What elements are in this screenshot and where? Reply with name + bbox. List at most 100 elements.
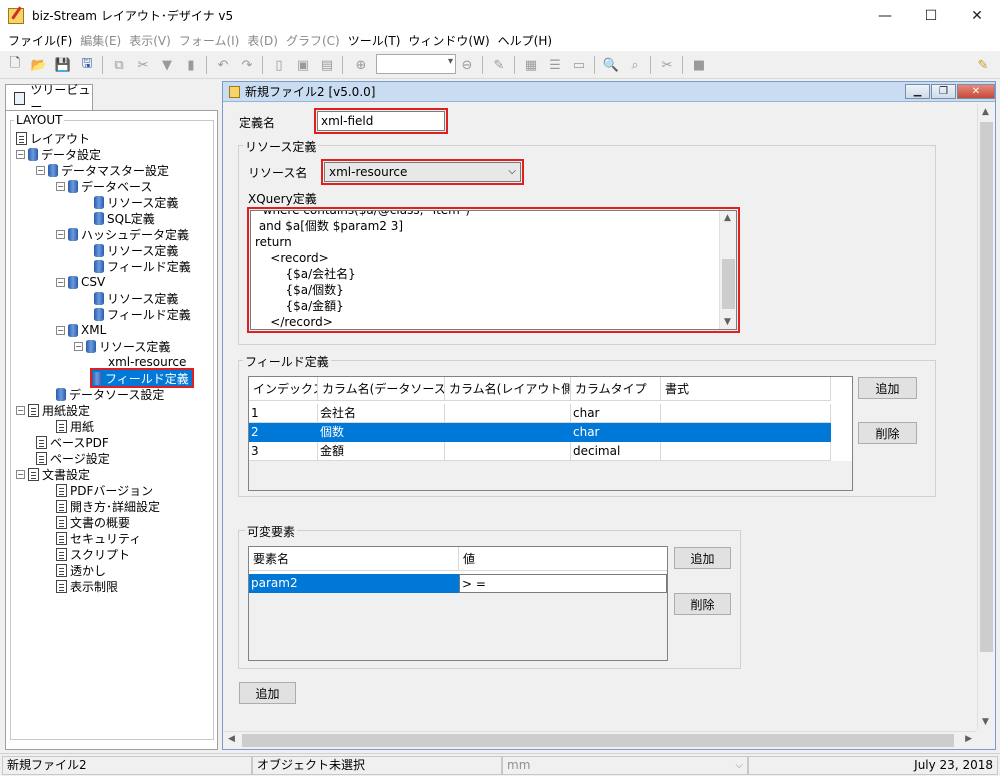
horizontal-scroll-thumb[interactable] — [242, 734, 954, 747]
tree-node-paper[interactable]: 用紙 — [56, 418, 94, 434]
xquery-scroll-thumb[interactable] — [722, 259, 735, 309]
copy-icon[interactable]: ⧉ — [110, 56, 128, 74]
tree-node-watermark[interactable]: 透かし — [56, 562, 106, 578]
table-cell[interactable] — [445, 404, 571, 423]
tree-node-db-sql[interactable]: SQL定義 — [94, 210, 155, 226]
vertical-scroll-thumb[interactable] — [980, 122, 993, 652]
table-cell[interactable] — [445, 423, 571, 442]
horizontal-scrollbar[interactable]: ◀ ▶ — [224, 731, 976, 748]
tree-node-doc-summary[interactable]: 文書の概要 — [56, 514, 130, 530]
table-cell[interactable]: decimal — [571, 442, 661, 461]
design-icon[interactable]: ✎ — [974, 56, 992, 74]
variable-add-button[interactable]: 追加 — [674, 547, 731, 569]
undo-icon[interactable]: ↶ — [214, 56, 232, 74]
tree-node-csv-field[interactable]: フィールド定義 — [94, 306, 191, 322]
open-folder-icon[interactable]: 📂 — [30, 56, 48, 74]
table-cell[interactable] — [445, 442, 571, 461]
table-cell[interactable]: 2 — [249, 423, 318, 442]
scroll-up-icon[interactable]: ▲ — [982, 107, 989, 117]
collapse-icon[interactable]: − — [16, 405, 25, 415]
minimize-button[interactable]: — — [862, 0, 908, 31]
column-header[interactable]: カラム名(データソース... — [318, 377, 445, 401]
tree-node-csv-resource[interactable]: リソース定義 — [94, 290, 178, 306]
tree-node-pdf-version[interactable]: PDFバージョン — [56, 482, 153, 498]
tree-node-security[interactable]: セキュリティ — [56, 530, 141, 546]
zoom-combo[interactable]: ▾ — [376, 54, 456, 74]
tree-node-layout[interactable]: レイアウト — [16, 130, 90, 146]
zoom-out-icon[interactable]: ⊖ — [458, 56, 476, 74]
column-header[interactable]: 値 — [459, 547, 667, 571]
scroll-up-icon[interactable]: ▲ — [724, 213, 731, 223]
collapse-icon[interactable]: − — [16, 469, 25, 479]
check-icon[interactable]: ⌕ — [626, 56, 644, 74]
column-header[interactable]: カラム名(レイアウト側) — [445, 377, 571, 401]
tree-node-hash-resource[interactable]: リソース定義 — [94, 242, 178, 258]
menu-table[interactable]: 表(D) — [243, 31, 282, 51]
tree-node-open-details[interactable]: 開き方･詳細設定 — [56, 498, 160, 514]
form-icon[interactable]: ▭ — [570, 56, 588, 74]
vertical-scrollbar[interactable]: ▲ ▼ — [977, 104, 994, 730]
paste-icon[interactable]: ▼ — [158, 56, 176, 74]
redo-icon[interactable]: ↷ — [238, 56, 256, 74]
page-preview-icon[interactable]: ▤ — [318, 56, 336, 74]
save-all-icon[interactable]: 🖫 — [78, 56, 96, 74]
column-header[interactable]: インデックス — [249, 377, 318, 401]
column-header[interactable]: 要素名 — [249, 547, 459, 571]
close-button[interactable]: ✕ — [954, 0, 1000, 31]
tree-node-hash-field[interactable]: フィールド定義 — [94, 258, 191, 274]
collapse-icon[interactable]: − — [36, 165, 45, 175]
table-cell[interactable]: char — [571, 404, 661, 423]
menu-window[interactable]: ウィンドウ(W) — [404, 31, 493, 51]
resource-name-select[interactable]: xml-resource ⌵ — [321, 159, 524, 185]
variable-value-input[interactable]: > = — [459, 574, 667, 593]
tree-node-database[interactable]: − データベース — [56, 178, 152, 194]
column-header[interactable]: カラムタイプ — [571, 377, 661, 401]
maximize-button[interactable]: ☐ — [908, 0, 954, 31]
xquery-editor[interactable]: where contains($a/@class, "item") and $a… — [247, 207, 740, 333]
doc-minimize-button[interactable]: ▁ — [905, 84, 930, 99]
tree-node-db-resource[interactable]: リソース定義 — [94, 194, 178, 210]
table-cell[interactable]: 3 — [249, 442, 318, 461]
tree-node-display-limit[interactable]: 表示制限 — [56, 578, 118, 594]
column-header[interactable]: 書式 — [661, 377, 831, 401]
delete-icon[interactable]: ▮ — [182, 56, 200, 74]
doc-close-button[interactable]: ✕ — [957, 84, 995, 99]
tree-node-data-settings[interactable]: − データ設定 — [16, 146, 101, 162]
scroll-right-icon[interactable]: ▶ — [965, 734, 972, 744]
table-cell[interactable] — [661, 423, 831, 442]
menu-tools[interactable]: ツール(T) — [344, 31, 405, 51]
menu-help[interactable]: ヘルプ(H) — [494, 31, 556, 51]
cut-icon[interactable]: ✂ — [134, 56, 152, 74]
menu-view[interactable]: 表示(V) — [125, 31, 175, 51]
zoom-in-icon[interactable]: ⊕ — [352, 56, 370, 74]
doc-restore-button[interactable]: ❐ — [931, 84, 956, 99]
table-cell[interactable]: char — [571, 423, 661, 442]
tree-node-xml[interactable]: − XML — [56, 322, 106, 338]
tree-node-base-pdf[interactable]: ベースPDF — [36, 434, 109, 450]
scroll-down-icon[interactable]: ▼ — [724, 317, 731, 327]
tree-node-paper-settings[interactable]: − 用紙設定 — [16, 402, 90, 418]
menu-file[interactable]: ファイル(F) — [4, 31, 76, 51]
grid-icon[interactable]: ▦ — [522, 56, 540, 74]
page-icon[interactable]: ▯ — [270, 56, 288, 74]
bottom-add-button[interactable]: 追加 — [239, 682, 296, 704]
collapse-icon[interactable]: − — [56, 229, 65, 239]
collapse-icon[interactable]: − — [74, 341, 83, 351]
text-icon[interactable]: ☰ — [546, 56, 564, 74]
tree-node-datasource[interactable]: データソース設定 — [56, 386, 164, 402]
table-cell[interactable]: 会社名 — [318, 404, 445, 423]
tools-icon[interactable]: ✂ — [658, 56, 676, 74]
menu-edit[interactable]: 編集(E) — [76, 31, 125, 51]
preview-icon[interactable]: 🔍 — [602, 56, 620, 74]
table-cell[interactable] — [661, 404, 831, 423]
tree-node-doc-settings[interactable]: − 文書設定 — [16, 466, 90, 482]
new-file-icon[interactable]: 🗋 — [6, 56, 24, 74]
collapse-icon[interactable]: − — [56, 277, 65, 287]
table-cell[interactable]: 個数 — [318, 423, 445, 442]
edit-icon[interactable]: ✎ — [490, 56, 508, 74]
def-name-input[interactable]: xml-field — [314, 108, 448, 134]
tab-tree-view[interactable]: ツリービュー — [5, 83, 93, 114]
field-delete-button[interactable]: 削除 — [858, 422, 917, 444]
tree-node-hash[interactable]: − ハッシュデータ定義 — [56, 226, 189, 242]
tree-node-xml-resource-def[interactable]: − リソース定義 — [74, 338, 170, 354]
